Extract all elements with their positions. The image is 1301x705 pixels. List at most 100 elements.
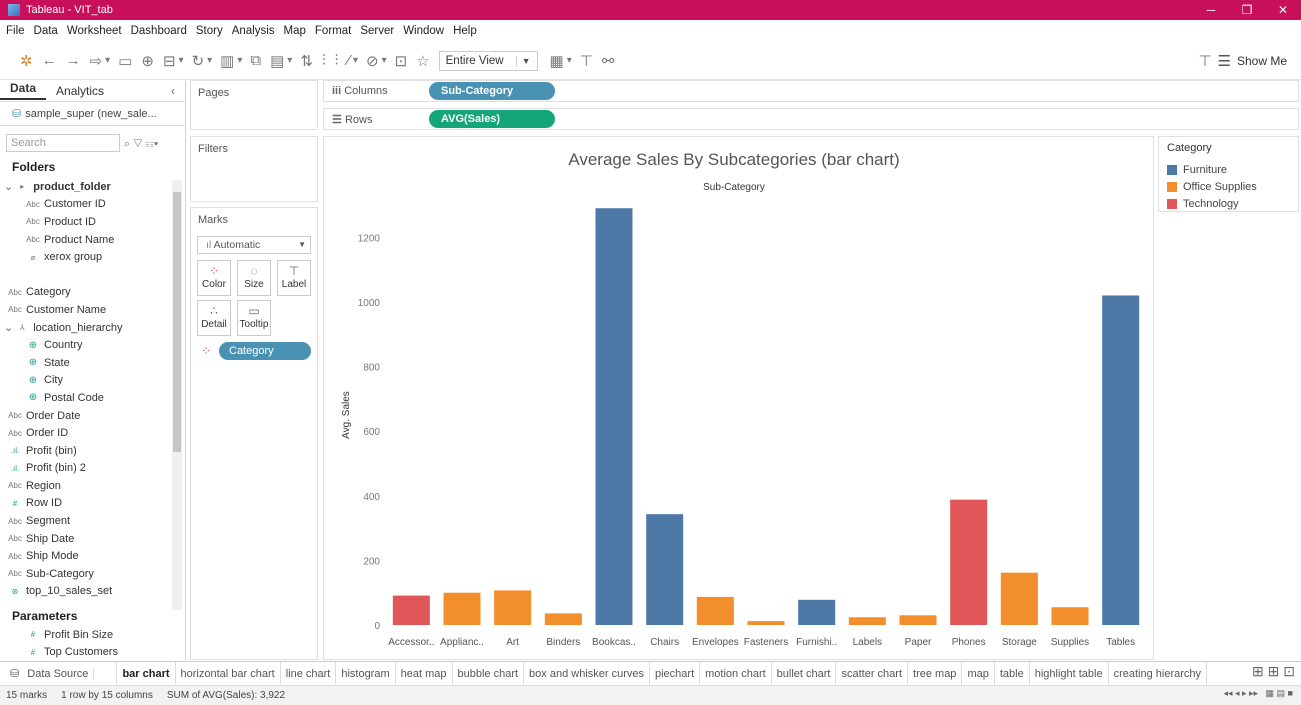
tab-analytics[interactable]: Analytics — [46, 84, 114, 98]
category-pill[interactable]: Category — [219, 342, 311, 360]
bar[interactable] — [747, 621, 785, 625]
bar[interactable] — [595, 208, 633, 625]
field-item[interactable]: ⊕ Postal Code — [0, 389, 172, 407]
label-button[interactable]: ⊤ Label — [277, 260, 311, 296]
bar[interactable] — [1000, 572, 1038, 625]
menu-format[interactable]: Format — [315, 25, 351, 37]
chevron-down-icon[interactable]: ▾ — [237, 55, 242, 66]
menu-story[interactable]: Story — [196, 25, 223, 37]
legend-item[interactable]: Technology — [1159, 195, 1298, 212]
menu-dashboard[interactable]: Dashboard — [131, 25, 187, 37]
sheet-tab[interactable]: tree map — [908, 662, 963, 685]
filters-card[interactable]: Filters — [190, 136, 318, 202]
parameter-item[interactable]: # Profit Bin Size — [0, 626, 180, 644]
chevron-down-icon[interactable]: ⌄ — [4, 180, 13, 193]
undo-icon[interactable]: ← — [42, 52, 57, 69]
new-worksheet-icon[interactable]: ▥ — [220, 52, 234, 70]
field-item[interactable]: ⌀ xerox group — [0, 248, 172, 266]
pages-card[interactable]: Pages — [190, 80, 318, 130]
chevron-down-icon[interactable]: ▾ — [353, 55, 358, 66]
columns-shelf[interactable]: iii Columns Sub-Category — [323, 80, 1299, 102]
bar[interactable] — [798, 599, 836, 625]
sheet-tab[interactable]: heat map — [396, 662, 453, 685]
field-item[interactable]: # Row ID — [0, 495, 172, 513]
group-icon[interactable]: ⊘ — [366, 52, 379, 70]
collapse-pane-icon[interactable]: ‹ — [161, 84, 185, 98]
sort-ascending-icon[interactable]: ⫶ — [322, 52, 326, 69]
new-worksheet-icon[interactable]: ⊞ — [1252, 663, 1264, 679]
sheet-tab[interactable]: horizontal bar chart — [176, 662, 281, 685]
field-item[interactable]: .ıl. Profit (bin) 2 — [0, 460, 172, 478]
sheet-navigation[interactable]: ◂◂ ◂ ▸ ▸▸ ▦ ▤ ■ — [1223, 688, 1293, 699]
clear-sheet-icon[interactable]: ▤ — [270, 52, 284, 70]
field-item[interactable]: Abc Segment — [0, 512, 172, 530]
field-item[interactable]: Abc Customer Name — [0, 301, 172, 319]
field-item[interactable]: ⊛ top_10_sales_set — [0, 583, 172, 601]
sort-descending-icon[interactable]: ⫶ — [335, 52, 339, 69]
folder-item[interactable]: ⌄ ▸ product_folder — [0, 178, 172, 196]
menu-help[interactable]: Help — [453, 25, 477, 37]
chevron-down-icon[interactable]: ▾ — [179, 55, 184, 66]
bar[interactable] — [443, 592, 481, 625]
chevron-down-icon[interactable]: ⌄ — [4, 321, 13, 334]
data-source-tab[interactable]: ⛁ Data Source — [0, 662, 118, 685]
bar[interactable] — [1102, 295, 1140, 625]
show-me-button[interactable]: ⊤ ☰ Show Me — [1198, 52, 1287, 70]
chevron-down-icon[interactable]: ▾ — [567, 55, 572, 66]
field-item[interactable]: Abc Sub-Category — [0, 565, 172, 583]
menu-server[interactable]: Server — [360, 25, 394, 37]
size-button[interactable]: ◌ Size — [237, 260, 271, 296]
bar[interactable] — [696, 596, 734, 625]
swap-icon[interactable]: ⇅ — [300, 52, 313, 70]
bar[interactable] — [494, 590, 532, 625]
label-icon[interactable]: ⊡ — [395, 52, 408, 70]
save-icon[interactable]: ▭ — [118, 52, 132, 70]
minimize-button[interactable]: ─ — [1193, 0, 1229, 20]
sheet-tab[interactable]: motion chart — [700, 662, 772, 685]
sheet-tab[interactable]: creating hierarchy — [1109, 662, 1208, 685]
maximize-button[interactable]: ❐ — [1229, 0, 1265, 20]
menu-analysis[interactable]: Analysis — [232, 25, 275, 37]
sheet-tab[interactable]: bullet chart — [772, 662, 837, 685]
bar[interactable] — [646, 514, 684, 625]
search-input[interactable]: Search — [6, 134, 120, 152]
color-button[interactable]: ⁘ Color — [197, 260, 231, 296]
field-list-scrollbar[interactable] — [172, 180, 182, 610]
field-item[interactable]: Abc Ship Date — [0, 530, 172, 548]
detail-button[interactable]: ∴ Detail — [197, 300, 231, 336]
tab-data[interactable]: Data — [0, 81, 47, 100]
menu-worksheet[interactable]: Worksheet — [67, 25, 122, 37]
duplicate-icon[interactable]: ⧉ — [250, 52, 261, 69]
pin-icon[interactable]: ☆ — [416, 52, 429, 70]
bar-chart[interactable]: Average Sales By Subcategories (bar char… — [324, 137, 1153, 659]
search-icon[interactable]: ⌕ — [124, 138, 130, 150]
sheet-tab[interactable]: piechart — [650, 662, 701, 685]
bar[interactable] — [899, 615, 937, 625]
menu-data[interactable]: Data — [34, 25, 58, 37]
field-item[interactable]: Abc Product Name — [0, 231, 172, 249]
sheet-tab[interactable]: line chart — [281, 662, 337, 685]
field-item[interactable]: ⌄ ⅄ location_hierarchy — [0, 319, 172, 337]
sheet-tab[interactable]: bar chart — [117, 662, 176, 685]
field-item[interactable]: ⊕ State — [0, 354, 172, 372]
menu-window[interactable]: Window — [403, 25, 444, 37]
sheet-tab[interactable]: box and whisker curves — [524, 662, 650, 685]
sheet-tab[interactable]: highlight table — [1030, 662, 1109, 685]
mark-type-select[interactable]: ıl Automatic ▼ — [197, 236, 311, 254]
menu-map[interactable]: Map — [284, 25, 306, 37]
bar[interactable] — [392, 595, 430, 625]
tooltip-button[interactable]: ▭ Tooltip — [237, 300, 271, 336]
chart-view[interactable]: Average Sales By Subcategories (bar char… — [323, 136, 1154, 660]
filter-icon[interactable]: ▽ — [133, 138, 142, 150]
redo-icon[interactable]: → — [66, 52, 81, 69]
sheet-tab[interactable]: bubble chart — [453, 662, 525, 685]
new-datasource-icon[interactable]: ⊕ — [141, 52, 154, 70]
chevron-down-icon[interactable]: ▾ — [382, 55, 387, 66]
sheet-tab[interactable]: map — [962, 662, 995, 685]
bar[interactable] — [544, 613, 582, 625]
sub-category-pill[interactable]: Sub-Category — [429, 82, 555, 100]
rows-shelf[interactable]: ☰ Rows AVG(Sales) — [323, 108, 1299, 130]
bar[interactable] — [950, 499, 988, 625]
field-item[interactable]: Abc Product ID — [0, 213, 172, 231]
view-size-select[interactable]: Entire View ▼ — [438, 50, 538, 71]
